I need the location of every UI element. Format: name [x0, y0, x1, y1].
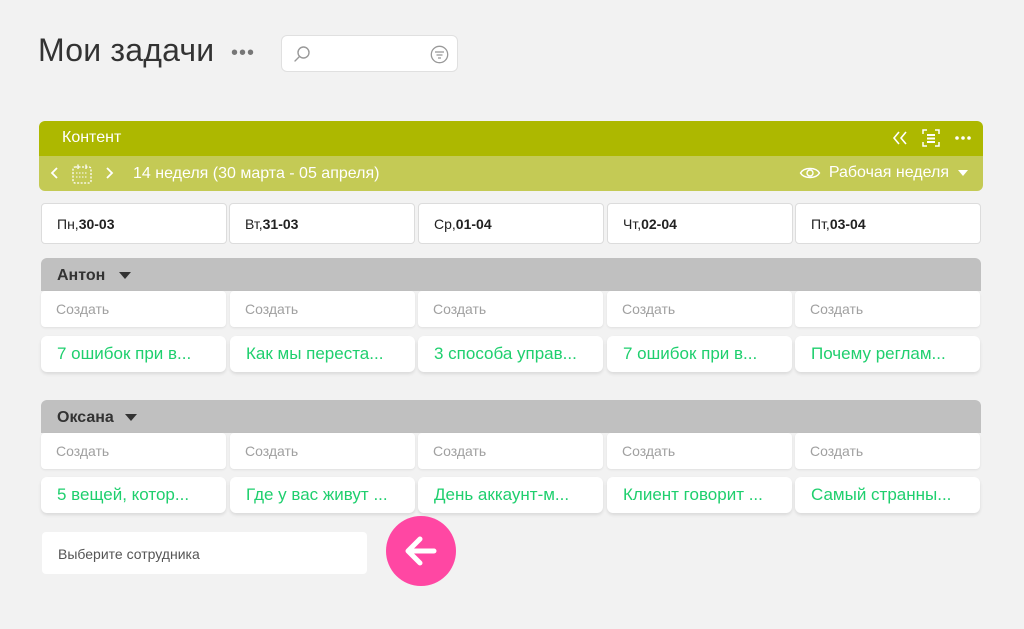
create-task-button[interactable]: Создать — [418, 291, 603, 327]
create-task-button[interactable]: Создать — [230, 291, 415, 327]
day-header-tue: Вт,31-03 — [229, 203, 415, 244]
week-navigation-bar: 14 неделя (30 марта - 05 апреля) Рабочая… — [39, 156, 983, 191]
search-input[interactable] — [316, 43, 426, 65]
more-dots-icon[interactable] — [953, 128, 973, 148]
task-card[interactable]: Клиент говорит ... — [607, 477, 792, 513]
day-header-thu: Чт,02-04 — [607, 203, 793, 244]
task-card[interactable]: 7 ошибок при в... — [41, 336, 226, 372]
task-card[interactable]: Почему реглам... — [795, 336, 980, 372]
calendar-icon[interactable] — [71, 163, 93, 185]
task-card[interactable]: 7 ошибок при в... — [607, 336, 792, 372]
create-task-button[interactable]: Создать — [41, 291, 226, 327]
chevron-left-icon[interactable] — [48, 164, 62, 182]
day-header-mon: Пн,30-03 — [41, 203, 227, 244]
create-task-button[interactable]: Создать — [795, 291, 980, 327]
view-mode-label: Рабочая неделя — [828, 164, 949, 181]
eye-icon — [799, 167, 821, 179]
create-task-button[interactable]: Создать — [418, 433, 603, 469]
search-box[interactable] — [281, 35, 458, 72]
group-header-oksana[interactable]: Оксана — [41, 400, 981, 433]
caret-down-icon[interactable] — [119, 272, 131, 279]
week-label: 14 неделя (30 марта - 05 апреля) — [133, 165, 380, 182]
task-card[interactable]: Самый странны... — [795, 477, 980, 513]
filter-icon[interactable] — [430, 45, 449, 64]
caret-down-icon[interactable] — [125, 414, 137, 421]
group-name: Оксана — [57, 409, 114, 426]
view-mode-select[interactable]: Рабочая неделя — [799, 164, 969, 182]
board-header: Контент 14 неделя (30 марта - 05 апреля)… — [39, 121, 983, 191]
board-settings-icon[interactable] — [921, 128, 941, 148]
task-card[interactable]: 5 вещей, котор... — [41, 477, 226, 513]
chevron-right-icon[interactable] — [102, 164, 116, 182]
page-title: Мои задачи — [38, 32, 215, 68]
more-dots-icon[interactable]: ••• — [231, 42, 255, 65]
task-card[interactable]: День аккаунт-м... — [418, 477, 603, 513]
arrow-left-icon — [405, 536, 437, 566]
create-task-button[interactable]: Создать — [41, 433, 226, 469]
day-header-wed: Ср,01-04 — [418, 203, 604, 244]
search-icon — [294, 46, 310, 62]
board-name: Контент — [62, 129, 122, 146]
board-title-bar: Контент — [39, 121, 983, 156]
create-task-button[interactable]: Создать — [795, 433, 980, 469]
arrow-left-button[interactable] — [386, 516, 456, 586]
caret-down-icon — [958, 170, 968, 176]
create-task-button[interactable]: Создать — [230, 433, 415, 469]
create-task-button[interactable]: Создать — [607, 433, 792, 469]
task-card[interactable]: 3 способа управ... — [418, 336, 603, 372]
day-header-fri: Пт,03-04 — [795, 203, 981, 244]
task-card[interactable]: Как мы переста... — [230, 336, 415, 372]
group-name: Антон — [57, 267, 106, 284]
double-chevron-left-icon[interactable] — [891, 129, 909, 147]
group-header-anton[interactable]: Антон — [41, 258, 981, 291]
task-card[interactable]: Где у вас живут ... — [230, 477, 415, 513]
create-task-button[interactable]: Создать — [607, 291, 792, 327]
employee-select[interactable]: Выберите сотрудника — [42, 532, 367, 574]
